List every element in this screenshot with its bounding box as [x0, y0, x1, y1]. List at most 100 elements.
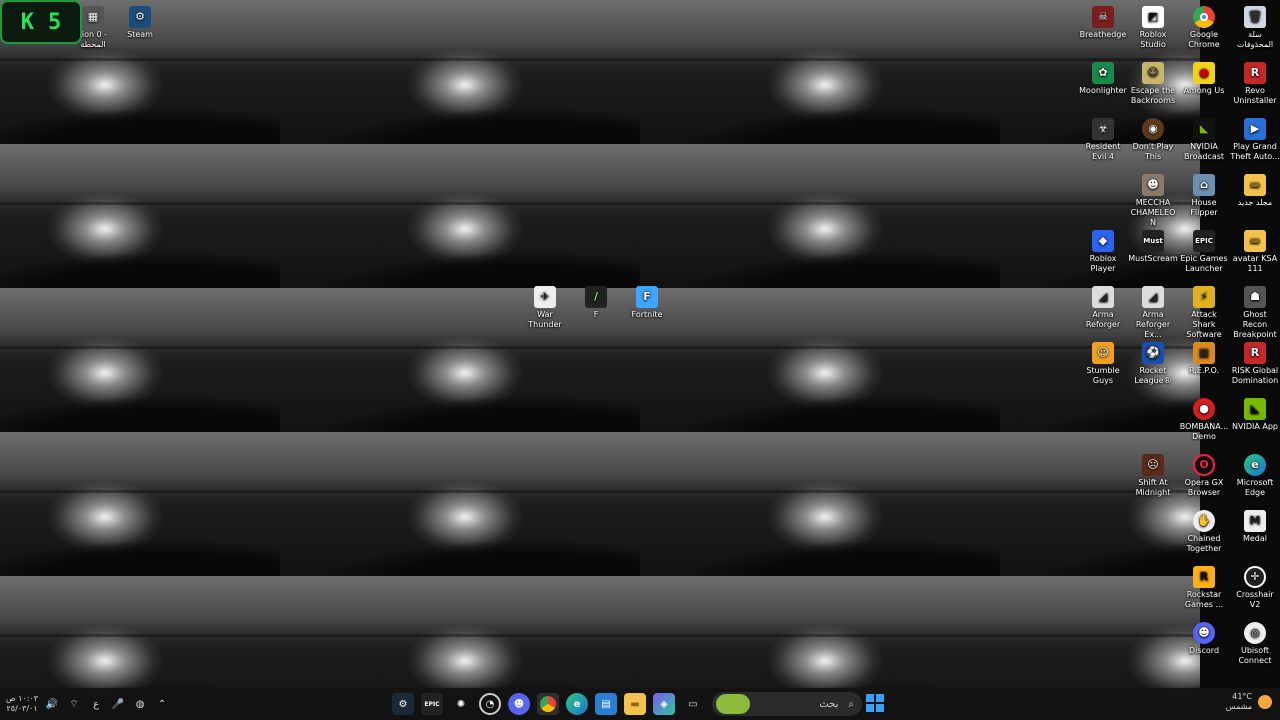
desktop-icon-ghost-recon[interactable]: ☗ Ghost Recon Breakpoint — [1230, 282, 1280, 340]
roblox-player-icon: ◆ — [1092, 230, 1114, 252]
desktop-icon-recycle-bin[interactable]: 🗑 سلة المحذوفات — [1230, 2, 1280, 50]
desktop-icon-bombana[interactable]: ● BOMBANA... Demo — [1179, 394, 1229, 442]
desktop-icon-edge[interactable]: e Microsoft Edge — [1230, 450, 1280, 498]
steam-icon[interactable]: ⚙ — [392, 693, 414, 715]
clock-date: ٢٥/٠٣/٠١ — [6, 704, 38, 713]
desktop-icon-nvidia-app[interactable]: ◣ NVIDIA App — [1230, 394, 1280, 432]
taskbar-clock[interactable]: ١٠:٠٣ ص ٢٥/٠٣/٠١ — [6, 694, 38, 714]
among-us-icon: ● — [1193, 62, 1215, 84]
desktop-icon-new-folder[interactable]: ▬ مجلد جديد — [1230, 170, 1280, 208]
attack-shark-icon: ⚡ — [1193, 286, 1215, 308]
desktop-icon-risk[interactable]: R RISK Global Domination — [1230, 338, 1280, 386]
desktop-icon-meccha[interactable]: ☻ MECCHA CHAMELEON — [1128, 170, 1178, 228]
desktop-icon-breathedge[interactable]: ☠ Breathedge — [1078, 2, 1128, 40]
desktop-icon-rockstar[interactable]: R Rockstar Games ... — [1179, 562, 1229, 610]
ghost-recon-icon: ☗ — [1244, 286, 1266, 308]
house-flipper-icon: ⌂ — [1193, 174, 1215, 196]
steelseries-icon[interactable]: ✺ — [450, 693, 472, 715]
desktop-icon-google-chrome[interactable]: Google Chrome — [1179, 2, 1229, 50]
desktop-icon-discord[interactable]: ☻ Discord — [1179, 618, 1229, 656]
search-box[interactable]: بحث ⌕ — [712, 692, 862, 716]
repo-icon: ▣ — [1193, 342, 1215, 364]
taskbar-apps: ⚙ EPIC ✺ ◔ ☻ e ▤ ▬ ◈ ▭ — [392, 688, 704, 720]
desktop-icon-epic[interactable]: EPIC Epic Games Launcher — [1179, 226, 1229, 274]
discord-icon[interactable]: ☻ — [508, 693, 530, 715]
discord-icon: ☻ — [1193, 622, 1215, 644]
desktop-icon-roblox-player[interactable]: ◆ Roblox Player — [1078, 226, 1128, 274]
sun-icon — [1258, 695, 1272, 709]
clock-time: ١٠:٠٣ ص — [6, 694, 39, 703]
volume-icon[interactable]: 🔊 — [44, 699, 60, 710]
desktop-icon-avatar-ksa[interactable]: ▬ avatar KSA 111 — [1230, 226, 1280, 274]
desktop-icon-steam[interactable]: ⚙ Steam — [115, 2, 165, 40]
epic-games-icon[interactable]: EPIC — [421, 693, 443, 715]
desktop-icon-repo[interactable]: ▣ R.E.P.O. — [1179, 338, 1229, 376]
chrome-icon[interactable] — [537, 693, 559, 715]
ubisoft-icon: ◎ — [1244, 622, 1266, 644]
arma-reforger-icon: ◢ — [1092, 286, 1114, 308]
file-explorer-icon[interactable]: ▬ — [624, 693, 646, 715]
f-icon: / — [585, 286, 607, 308]
steam-icon: ⚙ — [129, 6, 151, 28]
rockstar-icon: R — [1193, 566, 1215, 588]
desktop-icon-f[interactable]: / F — [571, 282, 621, 320]
breathedge-icon: ☠ — [1092, 6, 1114, 28]
desktop-icon-house-flipper[interactable]: ⌂ House Flipper — [1179, 170, 1229, 218]
desktop-icon-crosshair[interactable]: ✛ Crosshair V2 — [1230, 562, 1280, 610]
wifi-icon[interactable]: ⌔ — [66, 698, 82, 711]
desktop-icon-attack-shark[interactable]: ⚡ Attack Shark Software — [1179, 282, 1229, 340]
desktop-icon-ubisoft[interactable]: ◎ Ubisoft Connect — [1230, 618, 1280, 666]
chevron-up-icon[interactable]: ⌃ — [154, 699, 170, 710]
desktop-icon-moonlighter[interactable]: ✿ Moonlighter — [1078, 58, 1128, 96]
desktop-icon-chained-together[interactable]: ✋ Chained Together — [1179, 506, 1229, 554]
gta-icon: ▶ — [1244, 118, 1266, 140]
edge-icon: e — [1244, 454, 1266, 476]
desktop-icon-gta[interactable]: ▶ Play Grand Theft Auto... — [1230, 114, 1280, 162]
crosshair-icon: ✛ — [1244, 566, 1266, 588]
recycle-bin-icon: 🗑 — [1244, 6, 1266, 28]
edge-icon[interactable]: e — [566, 693, 588, 715]
desktop-icon-stumble-guys[interactable]: ☺ Stumble Guys — [1078, 338, 1128, 386]
mustscream-icon: Must — [1142, 230, 1164, 252]
language-indicator[interactable]: ع — [88, 699, 104, 710]
desktop-icon-shift-at-midnight[interactable]: ☹ Shift At Midnight — [1128, 450, 1178, 498]
medal-icon: M — [1244, 510, 1266, 532]
desktop-icon-mustscream[interactable]: Must MustScream — [1128, 226, 1178, 264]
store-icon[interactable]: ▤ — [595, 693, 617, 715]
resident-evil-icon: ☣ — [1092, 118, 1114, 140]
weather-widget[interactable]: 41°C مشمس — [1226, 692, 1272, 712]
war-thunder-icon: ✈ — [534, 286, 556, 308]
tray-app-icon[interactable]: ◍ — [132, 699, 148, 710]
rocket-league-icon: ⚽ — [1142, 342, 1164, 364]
epic-games-icon: EPIC — [1193, 230, 1215, 252]
opera-gx-icon: O — [1193, 454, 1215, 476]
stumble-guys-icon: ☺ — [1092, 342, 1114, 364]
fortnite-icon: F — [636, 286, 658, 308]
desktop-icon-escape-backrooms[interactable]: ☺ Escape the Backrooms — [1128, 58, 1178, 106]
weather-condition: مشمس — [1225, 702, 1252, 711]
clock-app-icon[interactable]: ◔ — [479, 693, 501, 715]
microphone-icon[interactable]: 🎤 — [110, 699, 126, 710]
bombana-icon: ● — [1193, 398, 1215, 420]
desktop-icon-among-us[interactable]: ● Among Us — [1179, 58, 1229, 96]
desktop-icon-war-thunder[interactable]: ✈ War Thunder — [520, 282, 570, 330]
start-button[interactable] — [866, 694, 884, 712]
taskbar: ١٠:٠٣ ص ٢٥/٠٣/٠١ 🔊 ⌔ ع 🎤 ◍ ⌃ ⚙ EPIC ✺ ◔ … — [0, 688, 1280, 720]
desktop-icon-rocket-league[interactable]: ⚽ Rocket League® — [1128, 338, 1178, 386]
task-view-icon[interactable]: ▭ — [682, 693, 704, 715]
desktop-icon-dont-play-this[interactable]: ◉ Don't Play This — [1128, 114, 1178, 162]
escape-backrooms-icon: ☺ — [1142, 62, 1164, 84]
desktop-icon-fortnite[interactable]: F Fortnite — [622, 282, 672, 320]
teams-copilot-icon[interactable]: ◈ — [653, 693, 675, 715]
desktop-icon-opera-gx[interactable]: O Opera GX Browser — [1179, 450, 1229, 498]
desktop-wallpaper — [0, 0, 1200, 720]
desktop-icon-medal[interactable]: M Medal — [1230, 506, 1280, 544]
nvidia-app-icon: ◣ — [1244, 398, 1266, 420]
desktop-icon-arma-reforger[interactable]: ◢ Arma Reforger — [1078, 282, 1128, 330]
desktop-icon-nvidia-broadcast[interactable]: ◣ NVIDIA Broadcast — [1179, 114, 1229, 162]
desktop-icon-revo[interactable]: R Revo Uninstaller — [1230, 58, 1280, 106]
desktop-icon-resident-evil[interactable]: ☣ Resident Evil 4 — [1078, 114, 1128, 162]
desktop-icon-arma-reforger-ex[interactable]: ◢ Arma Reforger Ex... — [1128, 282, 1178, 340]
arma-reforger-ex-icon: ◢ — [1142, 286, 1164, 308]
desktop-icon-roblox-studio[interactable]: ◩ Roblox Studio — [1128, 2, 1178, 50]
